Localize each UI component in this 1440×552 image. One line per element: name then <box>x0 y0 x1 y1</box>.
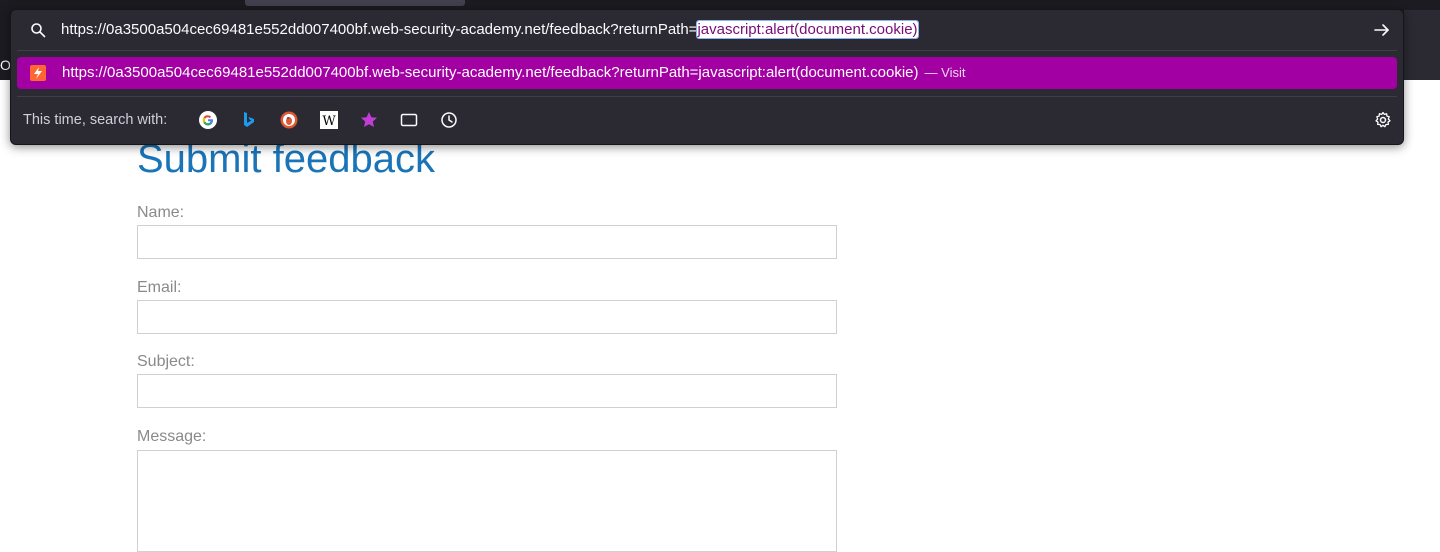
browser-tab[interactable] <box>245 0 465 6</box>
svg-text:W: W <box>322 114 336 129</box>
suggestion-visit-row[interactable]: https://0a3500a504cec69481e552dd007400bf… <box>17 57 1397 89</box>
google-icon[interactable] <box>198 110 218 130</box>
url-input[interactable]: https://0a3500a504cec69481e552dd007400bf… <box>11 10 1403 50</box>
email-field[interactable] <box>137 300 837 334</box>
subject-label: Subject: <box>137 353 195 370</box>
feedback-page: Submit feedback Name: Email: Subject: Me… <box>0 80 1440 552</box>
url-prefix: https://0a3500a504cec69481e552dd007400bf… <box>61 21 698 38</box>
name-field[interactable] <box>137 225 837 259</box>
gear-icon[interactable] <box>1374 111 1392 129</box>
duckduckgo-icon[interactable] <box>279 110 299 130</box>
engines-label: This time, search with: <box>23 112 168 128</box>
toolbar-text-fragment: Oc <box>0 57 10 73</box>
url-bar-dropdown: https://0a3500a504cec69481e552dd007400bf… <box>10 9 1404 145</box>
wikipedia-icon[interactable]: W <box>319 110 339 130</box>
suggestion-url: https://0a3500a504cec69481e552dd007400bf… <box>62 64 919 81</box>
suggestion-action: — Visit <box>924 65 966 80</box>
message-label: Message: <box>137 428 207 445</box>
url-text[interactable]: https://0a3500a504cec69481e552dd007400bf… <box>61 20 919 40</box>
subject-field[interactable] <box>137 374 837 408</box>
bookmarks-star-icon[interactable] <box>359 110 379 130</box>
email-label: Email: <box>137 279 182 296</box>
toolbar-right-area <box>1404 10 1440 80</box>
message-field[interactable] <box>137 450 837 552</box>
dropdown-divider <box>17 50 1397 51</box>
search-engines-row: This time, search with: W <box>11 105 1403 135</box>
tabs-icon[interactable] <box>399 110 419 130</box>
site-favicon-icon <box>30 65 46 81</box>
suggestion-text: https://0a3500a504cec69481e552dd007400bf… <box>62 63 965 83</box>
dropdown-divider <box>17 96 1397 97</box>
bing-icon[interactable] <box>239 110 259 130</box>
search-icon <box>31 23 46 38</box>
history-icon[interactable] <box>439 110 459 130</box>
name-label: Name: <box>137 204 185 221</box>
url-selected-text: javascript:alert(document.cookie) <box>696 20 919 39</box>
arrow-right-icon[interactable] <box>1373 21 1391 39</box>
